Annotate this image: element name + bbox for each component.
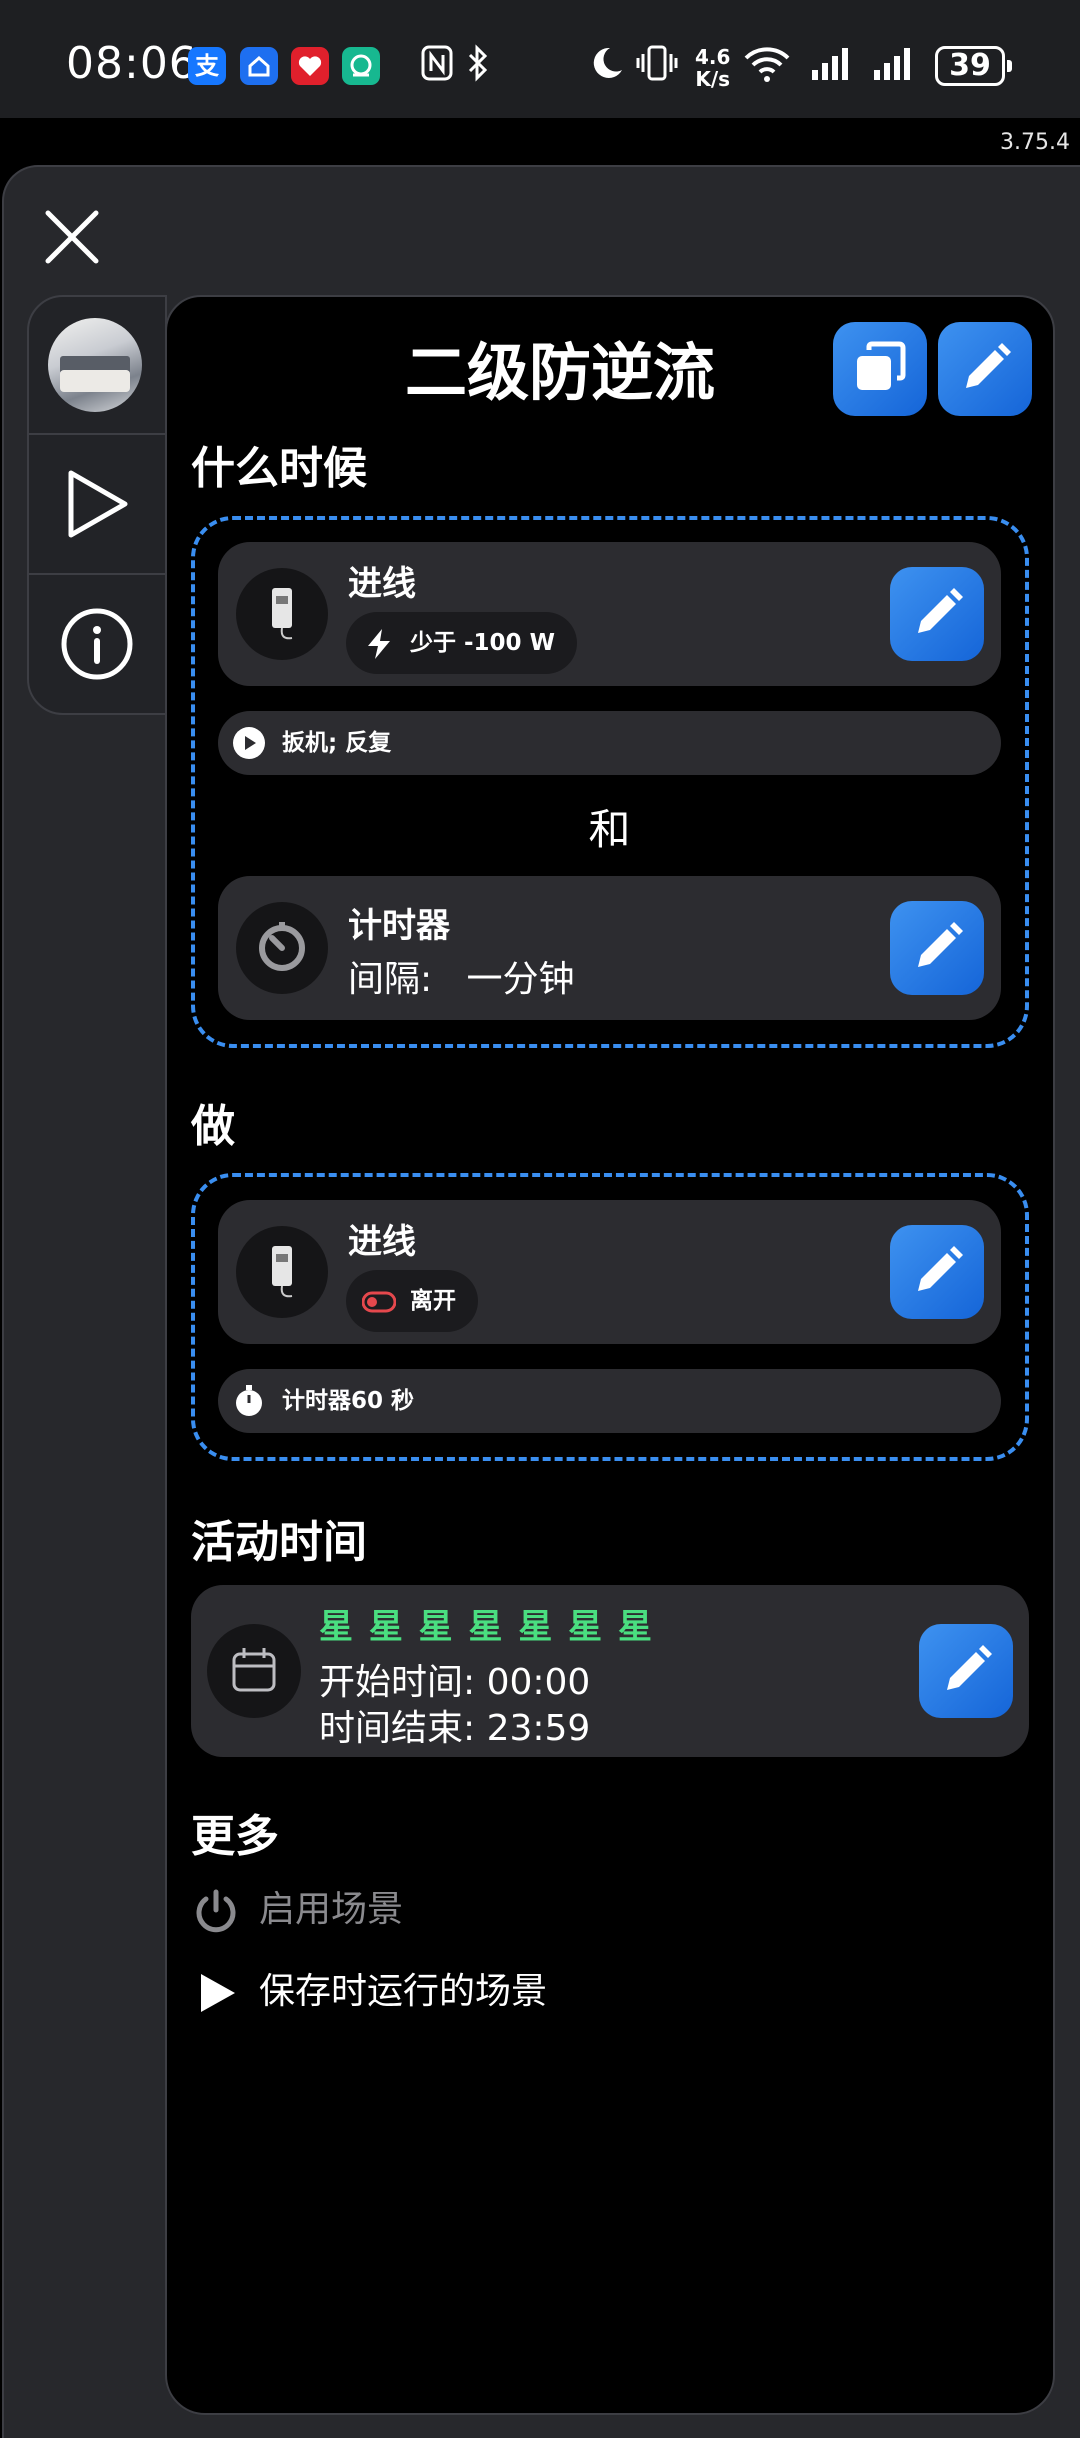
action-delay-label: 计时器60 秒: [282, 1388, 415, 1414]
timer-card[interactable]: 计时器 间隔: 一分钟: [218, 876, 1001, 1020]
action-state-label: 离开: [410, 1288, 456, 1314]
pencil-icon: [947, 1645, 992, 1690]
green-app-icon: [342, 47, 380, 85]
pencil-icon: [918, 588, 963, 633]
info-button[interactable]: [27, 575, 167, 713]
schedule-card[interactable]: 星 星 星 星 星 星 星 开始时间: 00:00 时间结束: 23:59: [191, 1585, 1029, 1757]
pencil-icon: [966, 343, 1011, 388]
pencil-icon: [918, 922, 963, 967]
edit-schedule-button[interactable]: [919, 1624, 1013, 1718]
when-heading: 什么时候: [191, 443, 367, 494]
trigger-condition-chip: 少于 -100 W: [346, 612, 577, 674]
play-icon: [201, 1974, 235, 2012]
calendar-icon: [207, 1624, 301, 1718]
meter-device-icon: [236, 1226, 328, 1318]
app-screen: 08:06 支 4.6 K/s 39 3.75.4 二级防逆流 什么时候 进线 …: [0, 0, 1080, 2438]
trigger-mode-pill[interactable]: 扳机; 反复: [218, 711, 1001, 775]
toggle-off-icon: [362, 1291, 396, 1313]
action-delay-pill[interactable]: 计时器60 秒: [218, 1369, 1001, 1433]
edit-trigger-button[interactable]: [890, 567, 984, 661]
run-on-save-label: 保存时运行的场景: [259, 1971, 548, 2012]
bluetooth-icon: [465, 44, 491, 90]
more-heading: 更多: [191, 1811, 279, 1862]
action-card[interactable]: 进线 离开: [218, 1200, 1001, 1344]
trigger-mode-label: 扳机; 反复: [282, 730, 392, 756]
wifi-icon: [742, 44, 792, 92]
trigger-condition-label: 少于 -100 W: [410, 630, 555, 656]
pencil-icon: [918, 1246, 963, 1291]
signal-icon: [810, 44, 856, 90]
info-icon: [61, 608, 133, 680]
play-icon: [68, 470, 128, 538]
battery-icon: 39: [935, 46, 1012, 86]
status-bar: 08:06 支 4.6 K/s 39: [0, 0, 1080, 118]
net-speed-unit: K/s: [695, 67, 731, 91]
conjunction-label: 和: [588, 805, 631, 854]
signal-icon: [872, 44, 918, 90]
copy-icon: [857, 341, 906, 390]
run-scene-button[interactable]: [27, 435, 167, 573]
enable-scene-label: 启用场景: [259, 1889, 404, 1930]
trigger-title: 进线: [348, 564, 416, 604]
nfc-icon: [420, 44, 454, 90]
home-app-icon: [240, 47, 278, 85]
weekday-labels: 星 星 星 星 星 星 星: [319, 1607, 655, 1647]
scene-avatar[interactable]: [48, 318, 142, 412]
active-time-heading: 活动时间: [191, 1517, 367, 1568]
status-time: 08:06: [66, 38, 198, 89]
end-time: 时间结束: 23:59: [319, 1708, 591, 1749]
close-icon: [45, 210, 99, 264]
edit-timer-button[interactable]: [890, 901, 984, 995]
timer-title: 计时器: [348, 906, 450, 946]
edit-scene-button[interactable]: [938, 322, 1032, 416]
net-speed: 4.6 K/s: [695, 46, 730, 90]
health-app-icon: [291, 47, 329, 85]
play-circle-icon: [233, 727, 265, 759]
stopwatch-icon: [236, 1385, 262, 1416]
edit-action-button[interactable]: [890, 1225, 984, 1319]
action-state-chip: 离开: [346, 1270, 478, 1332]
start-time: 开始时间: 00:00: [319, 1662, 591, 1703]
trigger-card[interactable]: 进线 少于 -100 W: [218, 542, 1001, 686]
timer-icon: [236, 902, 328, 994]
lightning-icon: [368, 629, 390, 659]
vibrate-icon: [635, 44, 679, 90]
power-icon: [196, 1889, 236, 1933]
net-speed-value: 4.6: [695, 45, 731, 69]
close-button[interactable]: [40, 205, 104, 269]
moon-icon: [588, 44, 626, 90]
duplicate-button[interactable]: [833, 322, 927, 416]
alipay-icon: 支: [188, 47, 226, 85]
do-heading: 做: [191, 1101, 235, 1152]
app-version: 3.75.4: [1000, 130, 1070, 155]
meter-device-icon: [236, 568, 328, 660]
action-title: 进线: [348, 1222, 416, 1262]
timer-interval: 间隔: 一分钟: [348, 959, 575, 1000]
